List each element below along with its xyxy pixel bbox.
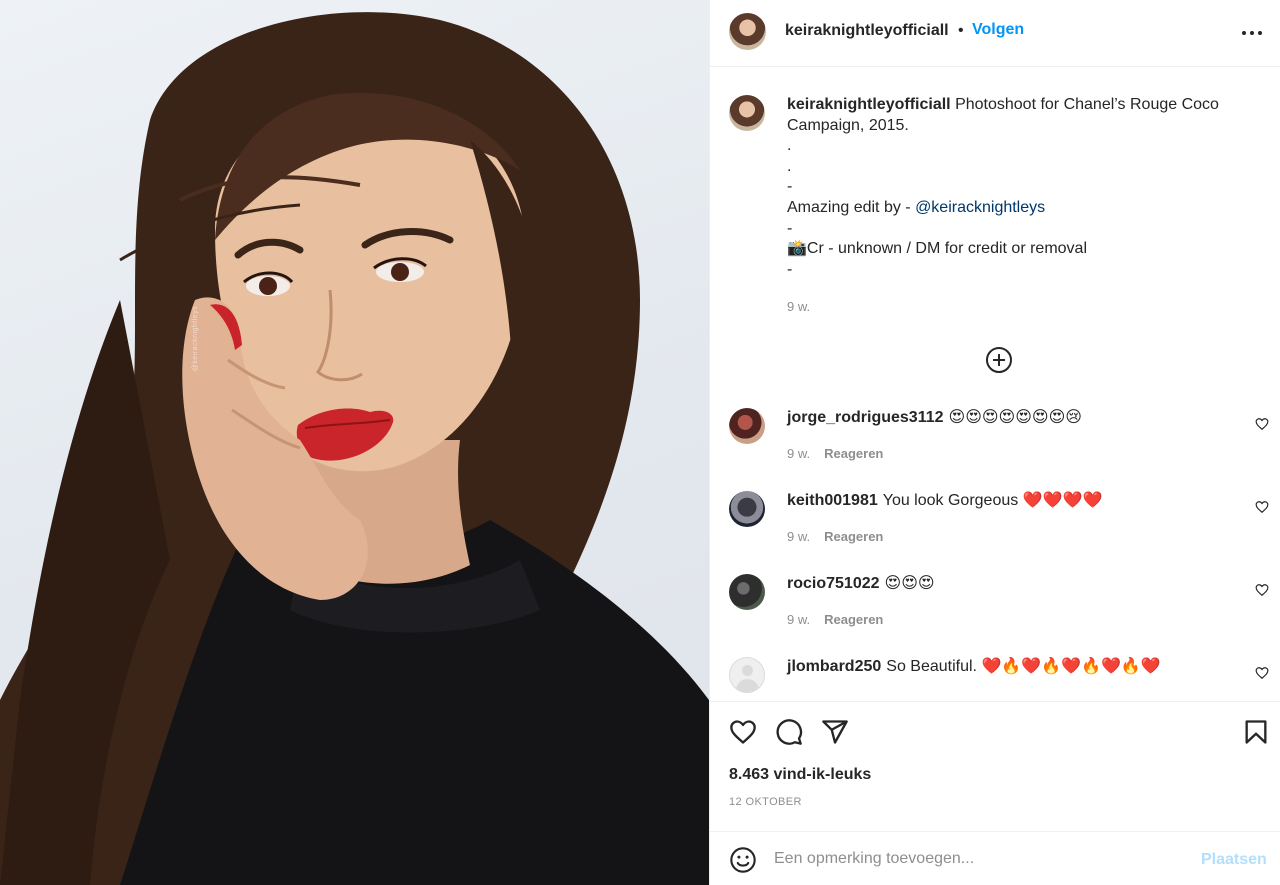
comment-text: jlombard250 So Beautiful. ❤️🔥❤️🔥❤️🔥❤️🔥❤️ (787, 657, 1161, 677)
comment-username[interactable]: jlombard250 (787, 658, 881, 675)
comment-text: keith001981 You look Gorgeous ❤️❤️❤️❤️ (787, 491, 1102, 511)
reply-button[interactable]: Reageren (824, 529, 883, 544)
comment-time: 9 w. (787, 446, 811, 461)
caption-line: 📸Cr - unknown / DM for credit or removal (787, 240, 1087, 258)
comment-text: jorge_rodrigues3112 😍😍😍😍😍😍😍😢 (787, 408, 1082, 428)
comment-item: jlombard250 So Beautiful. ❤️🔥❤️🔥❤️🔥❤️🔥❤️ (710, 657, 1280, 697)
comment-body: You look Gorgeous ❤️❤️❤️❤️ (882, 492, 1103, 509)
comment-item: keith001981 You look Gorgeous ❤️❤️❤️❤️ 9 … (710, 491, 1280, 571)
reply-button[interactable]: Reageren (824, 612, 883, 627)
reply-button[interactable]: Reageren (824, 446, 883, 461)
comment-avatar[interactable] (729, 491, 765, 527)
like-count[interactable]: 8.463 vind-ik-leuks (729, 766, 871, 784)
comment-avatar[interactable] (729, 408, 765, 444)
comment-item: jorge_rodrigues3112 😍😍😍😍😍😍😍😢 9 w. Reageren (710, 408, 1280, 488)
post-comment-button[interactable]: Plaatsen (1201, 851, 1267, 869)
comment-body: 😍😍😍😍😍😍😍😢 (948, 409, 1082, 426)
comment-username[interactable]: jorge_rodrigues3112 (787, 409, 944, 426)
caption-line: . (787, 137, 792, 155)
post-photo[interactable]: @keiracknightleys (0, 0, 709, 885)
caption-avatar[interactable] (729, 95, 765, 131)
comment-meta: 9 w. Reageren (787, 446, 883, 461)
comment-like-heart-icon[interactable] (1255, 583, 1269, 597)
comment-avatar-placeholder[interactable] (729, 657, 765, 693)
more-options-icon[interactable] (1238, 22, 1268, 44)
author-username[interactable]: keiraknightleyofficiall (785, 22, 949, 40)
share-icon[interactable] (821, 718, 849, 746)
caption-line: - (787, 219, 793, 237)
post-date: 12 OKTOBER (729, 796, 802, 808)
caption-line: Amazing edit by - (787, 198, 916, 216)
separator-dot: • (958, 22, 964, 39)
comment-meta: 9 w. Reageren (787, 612, 883, 627)
comment-username[interactable]: keith001981 (787, 492, 878, 509)
caption-username[interactable]: keiraknightleyofficiall (787, 96, 951, 113)
comment-text: rocio751022 😍😍😍 (787, 574, 935, 594)
caption-line: - (787, 260, 793, 278)
comment-time: 9 w. (787, 529, 811, 544)
comment-username[interactable]: rocio751022 (787, 575, 880, 592)
follow-button[interactable]: Volgen (972, 21, 1024, 39)
comment-meta: 9 w. Reageren (787, 529, 883, 544)
author-avatar[interactable] (729, 13, 766, 50)
comment-avatar[interactable] (729, 574, 765, 610)
comment-input[interactable] (774, 845, 1184, 873)
caption-line: . (787, 157, 792, 175)
post-side-panel: keiraknightleyofficiall • Volgen keirakn… (709, 0, 1280, 885)
add-comment-bar: Plaatsen (710, 831, 1280, 885)
load-more-comments-icon[interactable] (985, 346, 1013, 374)
comment-like-heart-icon[interactable] (1255, 500, 1269, 514)
comment-time: 9 w. (787, 612, 811, 627)
heart-icon[interactable] (729, 718, 757, 746)
comment-item: rocio751022 😍😍😍 9 w. Reageren (710, 574, 1280, 654)
emoji-icon[interactable] (729, 846, 757, 874)
portrait-illustration (0, 12, 709, 885)
comment-body: So Beautiful. ❤️🔥❤️🔥❤️🔥❤️🔥❤️ (886, 658, 1161, 675)
photo-watermark: @keiracknightleys (192, 305, 200, 372)
comment-icon[interactable] (775, 718, 803, 746)
caption-mention-link[interactable]: @keiracknightleys (915, 199, 1045, 216)
caption-text: keiraknightleyofficiall Photoshoot for C… (787, 95, 1247, 280)
comment-like-heart-icon[interactable] (1255, 417, 1269, 431)
comment-body: 😍😍😍 (884, 575, 935, 592)
caption-line: - (787, 178, 793, 196)
bookmark-icon[interactable] (1242, 718, 1270, 746)
caption-time: 9 w. (787, 299, 811, 314)
post-header: keiraknightleyofficiall • Volgen (710, 0, 1280, 67)
post-actions: 8.463 vind-ik-leuks 12 OKTOBER (710, 701, 1280, 825)
comment-like-heart-icon[interactable] (1255, 666, 1269, 680)
